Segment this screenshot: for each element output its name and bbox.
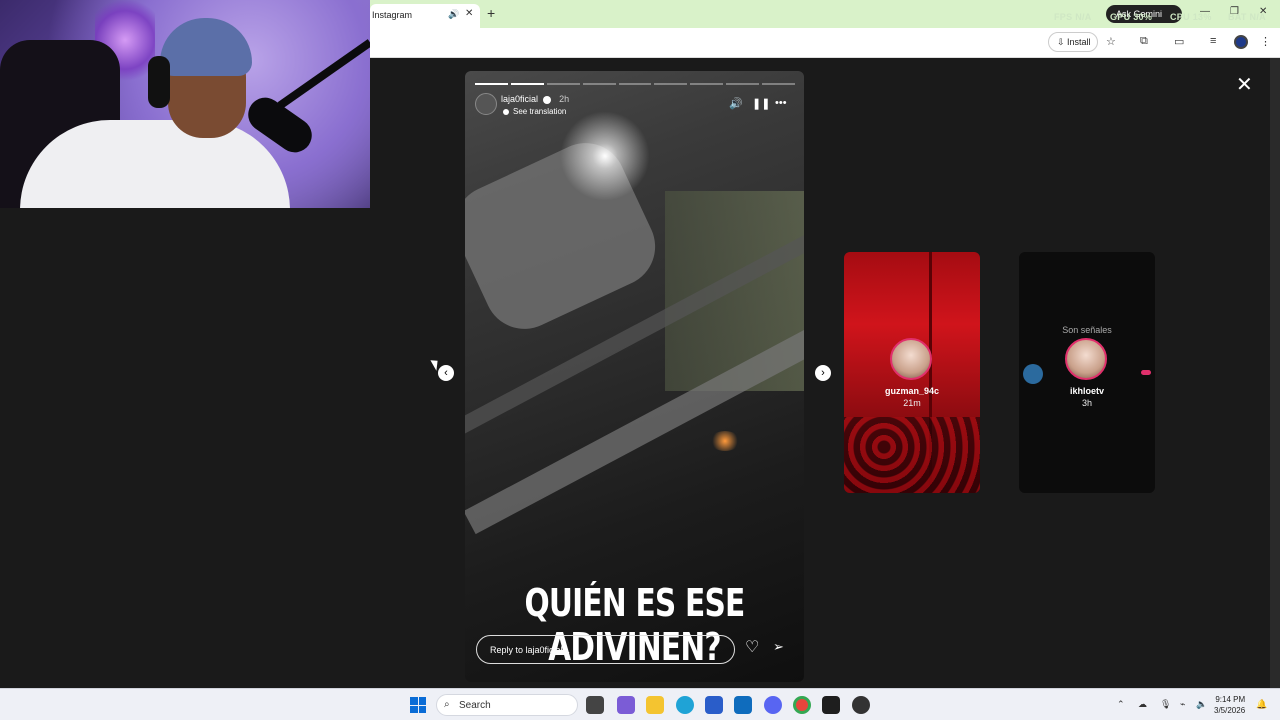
- menu-kebab-icon[interactable]: ⋮: [1260, 35, 1271, 48]
- page-scrollbar[interactable]: [1270, 58, 1280, 688]
- bookmark-star-icon[interactable]: ☆: [1106, 35, 1116, 48]
- preview-username: ikhloetv: [1069, 386, 1104, 396]
- minimize-icon[interactable]: —: [1200, 6, 1210, 17]
- progress-segment: [618, 83, 652, 85]
- preview-user-icon: [1023, 364, 1043, 384]
- story-username[interactable]: laja0ficial: [501, 94, 538, 104]
- preview-username: guzman_94c: [884, 386, 940, 396]
- maximize-icon[interactable]: ❐: [1230, 6, 1239, 17]
- like-heart-icon[interactable]: ♡: [745, 637, 759, 657]
- speaker-icon[interactable]: 🔊: [448, 9, 459, 20]
- windows-start-icon[interactable]: [410, 697, 426, 713]
- discord-icon[interactable]: [764, 696, 782, 714]
- progress-segment: [546, 83, 580, 85]
- progress-segment: [654, 83, 688, 85]
- install-button[interactable]: ⇩ Install: [1048, 32, 1098, 52]
- obs-icon[interactable]: [852, 696, 870, 714]
- translate-icon: [503, 108, 509, 115]
- install-label: Install: [1067, 37, 1091, 47]
- browser-toolbar: ⇩ Install ☆ ⧉ ▭ ≡ ⋮: [370, 28, 1280, 58]
- story-preview-card[interactable]: Son señales ikhloetv 3h: [1019, 252, 1155, 493]
- tab-instagram[interactable]: Instagram 🔊 ✕: [370, 4, 480, 28]
- story-image-glow: [710, 431, 740, 451]
- notifications-icon[interactable]: 🔔: [1256, 699, 1267, 710]
- preview-avatar: [1065, 338, 1107, 380]
- task-view-icon[interactable]: [586, 696, 604, 714]
- next-story-icon[interactable]: ›: [815, 365, 831, 381]
- profile-avatar[interactable]: [1234, 35, 1248, 49]
- clock-time: 9:14 PM: [1215, 695, 1246, 704]
- chrome-icon[interactable]: [793, 696, 811, 714]
- pause-icon[interactable]: ❚❚: [752, 97, 770, 110]
- progress-segment: [582, 83, 616, 85]
- preview-time: 3h: [1081, 398, 1092, 408]
- cast-icon[interactable]: ▭: [1174, 35, 1184, 48]
- preview-avatar: [890, 338, 932, 380]
- story-preview-card[interactable]: guzman_94c 21m: [844, 252, 980, 493]
- tray-chevron-icon[interactable]: ⌃: [1117, 699, 1125, 710]
- taskbar-search-input[interactable]: ⌕ Search: [436, 694, 578, 716]
- outlook-icon[interactable]: [734, 696, 752, 714]
- terminal-icon[interactable]: [822, 696, 840, 714]
- translate-label: See translation: [513, 107, 567, 116]
- webcam-overlay: [0, 0, 370, 208]
- see-translation-link[interactable]: See translation: [503, 107, 566, 116]
- edge-browser-icon[interactable]: [676, 696, 694, 714]
- preview-badge: [1141, 370, 1151, 375]
- tab-close-icon[interactable]: ✕: [465, 8, 473, 19]
- story-image-light: [560, 111, 650, 201]
- new-tab-button[interactable]: +: [487, 5, 495, 21]
- media-controls-icon[interactable]: ≡: [1210, 35, 1216, 47]
- microsoft-store-icon[interactable]: [705, 696, 723, 714]
- preview-image-pattern: [844, 417, 980, 493]
- gpu-stat: GPU 30%: [1110, 12, 1153, 22]
- onedrive-icon[interactable]: ☁: [1138, 699, 1147, 710]
- story-progress-bar: [475, 83, 796, 85]
- microphone-icon[interactable]: 🎙: [1160, 699, 1171, 710]
- send-icon[interactable]: ➢: [773, 639, 784, 655]
- tab-title: Instagram: [372, 10, 413, 20]
- window-close-icon[interactable]: ✕: [1259, 6, 1267, 17]
- reply-input[interactable]: Reply to laja0ficial...: [476, 635, 735, 664]
- progress-segment: [690, 83, 724, 85]
- search-icon: ⌕: [444, 699, 450, 710]
- windows-taskbar: ⌕ Search ⌃ ☁ 🎙 ⌁ 🔈 9:14 PM 3/5/2026 🔔: [0, 688, 1280, 720]
- verified-badge-icon: [542, 95, 551, 104]
- more-options-icon[interactable]: •••: [775, 97, 787, 109]
- story-avatar[interactable]: [475, 93, 497, 115]
- preview-text: Son señales: [1062, 325, 1112, 335]
- story-time: 2h: [559, 94, 570, 104]
- progress-segment: [475, 83, 508, 85]
- preview-time: 21m: [903, 398, 921, 408]
- webcam-headset: [148, 56, 170, 108]
- progress-segment: [510, 83, 544, 85]
- taskbar-search-label: Search: [459, 700, 491, 711]
- story-player[interactable]: laja0ficial 2h See translation 🔊 ❚❚ ••• …: [465, 71, 804, 682]
- taskbar-clock[interactable]: 9:14 PM 3/5/2026: [1214, 694, 1245, 716]
- volume-tray-icon[interactable]: 🔈: [1196, 699, 1207, 710]
- progress-segment: [762, 83, 796, 85]
- close-story-icon[interactable]: ✕: [1236, 72, 1253, 97]
- progress-segment: [726, 83, 760, 85]
- browser-tab-strip: Instagram 🔊 ✕ + FPS N/A Ask Gemini GPU 3…: [370, 0, 1280, 28]
- extensions-icon[interactable]: ⧉: [1140, 35, 1148, 48]
- file-explorer-icon[interactable]: [646, 696, 664, 714]
- fps-stat: FPS N/A: [1054, 12, 1092, 22]
- story-header: laja0ficial 2h: [501, 94, 569, 104]
- network-icon[interactable]: ⌁: [1180, 699, 1185, 710]
- clock-date: 3/5/2026: [1214, 706, 1246, 715]
- install-icon: ⇩: [1057, 37, 1068, 47]
- app-icon[interactable]: [617, 696, 635, 714]
- volume-icon[interactable]: 🔊: [729, 97, 743, 110]
